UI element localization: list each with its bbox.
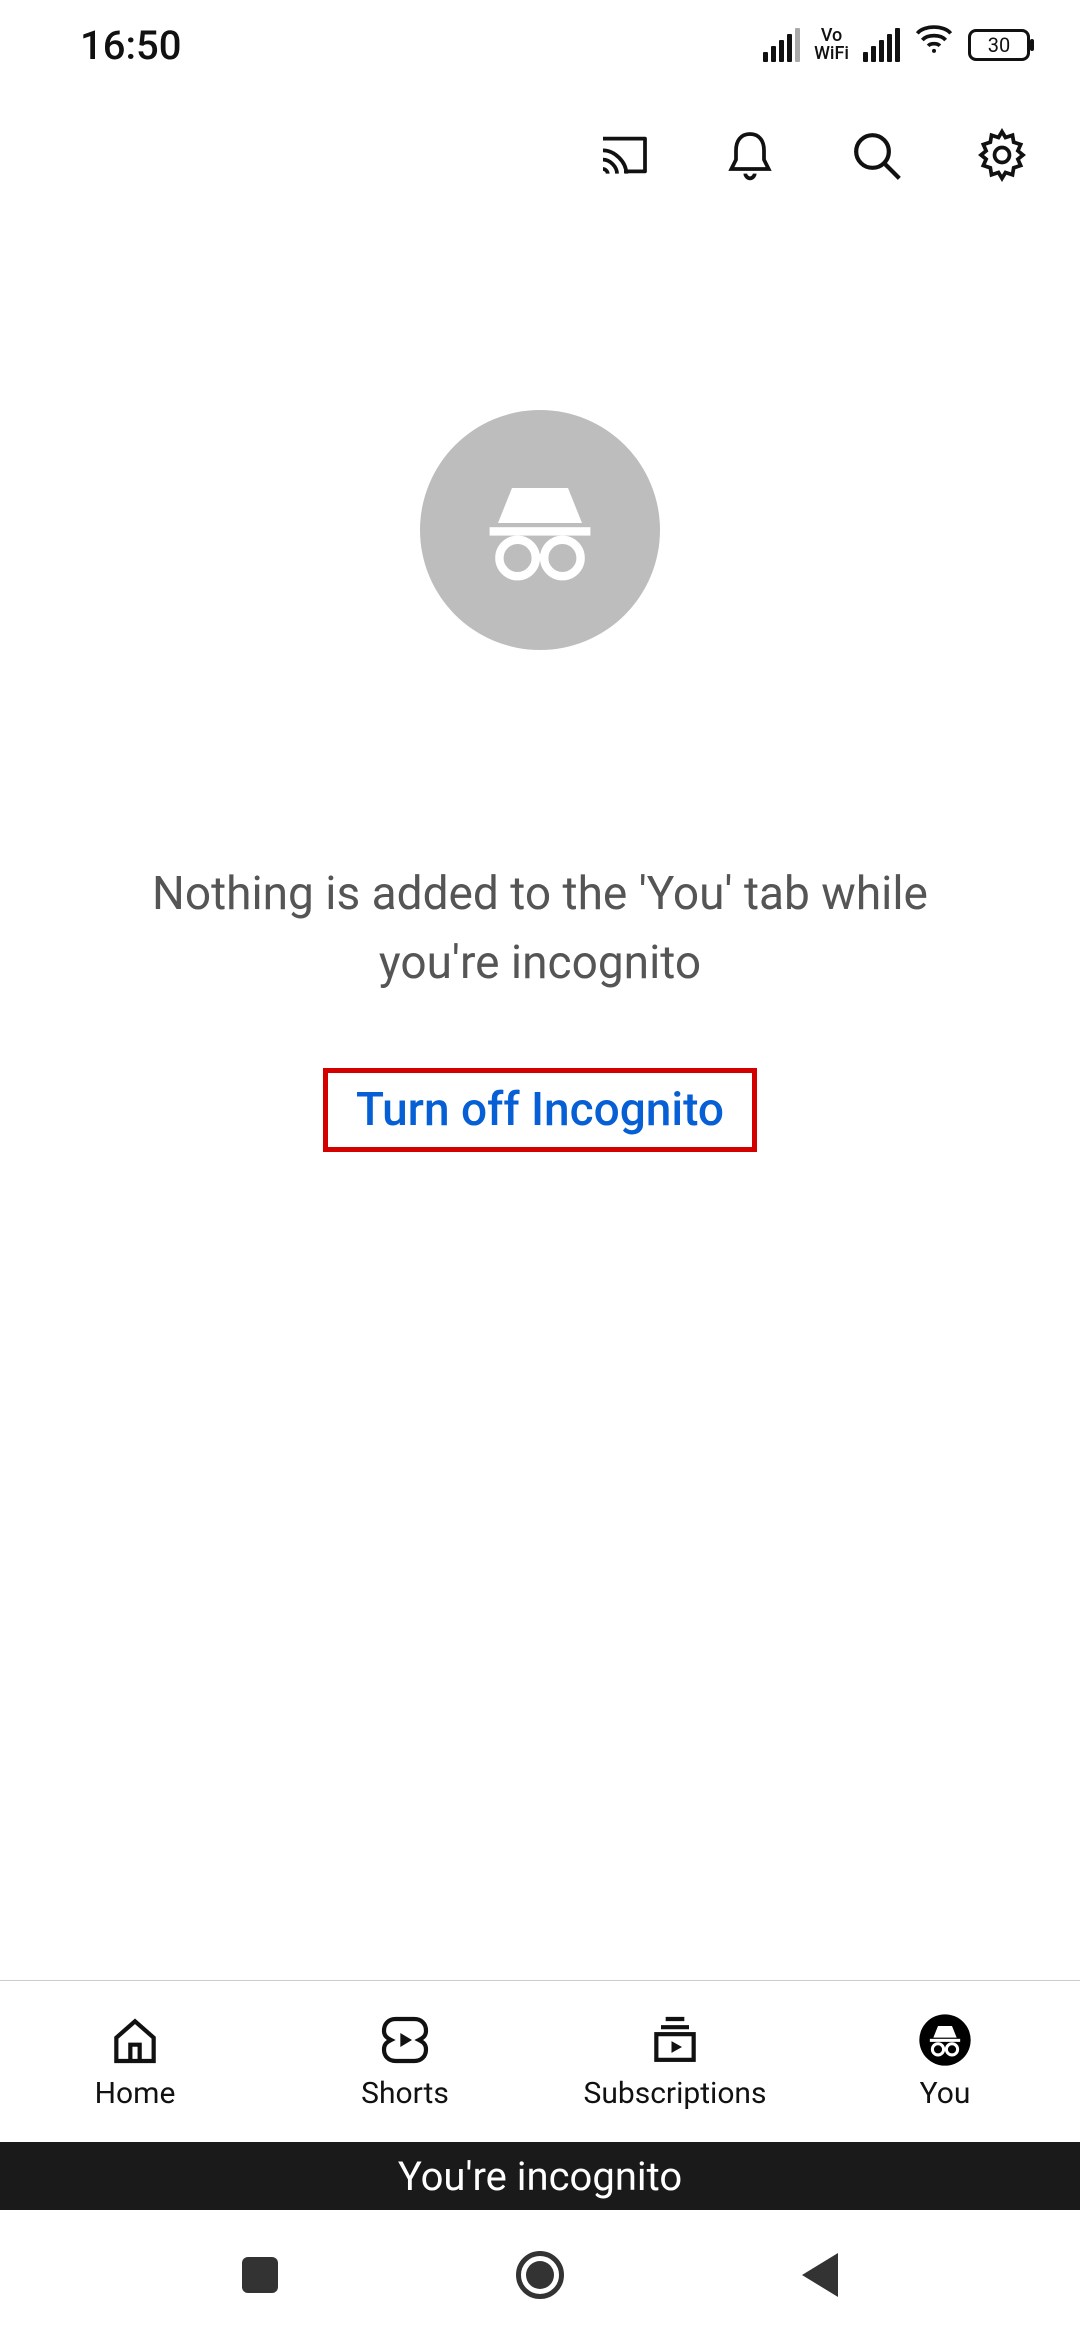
notifications-icon[interactable] <box>722 127 778 183</box>
vowifi-bottom: WiFi <box>814 45 849 63</box>
settings-gear-icon[interactable] <box>974 127 1030 183</box>
empty-state-text: Nothing is added to the 'You' tab while … <box>90 860 990 998</box>
status-right: Vo WiFi 30 <box>763 20 1030 70</box>
search-icon[interactable] <box>848 127 904 183</box>
subscriptions-icon <box>647 2012 703 2068</box>
shorts-icon <box>377 2012 433 2068</box>
tab-subscriptions-label: Subscriptions <box>584 2076 767 2111</box>
app-header <box>0 90 1080 220</box>
tab-home-label: Home <box>95 2076 176 2111</box>
battery-percent: 30 <box>988 33 1010 57</box>
status-bar: 16:50 Vo WiFi 30 <box>0 0 1080 90</box>
incognito-icon <box>917 2012 973 2068</box>
tab-shorts-label: Shorts <box>361 2076 449 2111</box>
incognito-avatar <box>420 410 660 650</box>
incognito-banner: You're incognito <box>0 2142 1080 2210</box>
turn-off-incognito-button[interactable]: Turn off Incognito <box>356 1083 724 1137</box>
bottom-nav: Home Shorts Subscriptions You <box>0 1980 1080 2142</box>
signal-bars-1-icon <box>763 28 800 62</box>
tab-you[interactable]: You <box>810 1981 1080 2142</box>
system-nav <box>0 2210 1080 2340</box>
tab-shorts[interactable]: Shorts <box>270 1981 540 2142</box>
cast-icon[interactable] <box>596 127 652 183</box>
home-button[interactable] <box>515 2250 565 2300</box>
signal-bars-2-icon <box>863 28 900 62</box>
home-icon <box>107 2012 163 2068</box>
tab-you-label: You <box>920 2076 971 2111</box>
tab-home[interactable]: Home <box>0 1981 270 2142</box>
recents-button[interactable] <box>235 2250 285 2300</box>
vowifi-indicator: Vo WiFi <box>814 27 849 63</box>
turn-off-incognito-highlight: Turn off Incognito <box>323 1068 757 1152</box>
main-content: Nothing is added to the 'You' tab while … <box>0 220 1080 1980</box>
tab-subscriptions[interactable]: Subscriptions <box>540 1981 810 2142</box>
status-time: 16:50 <box>80 22 181 69</box>
wifi-icon <box>914 20 954 70</box>
back-button[interactable] <box>795 2250 845 2300</box>
battery-indicator: 30 <box>968 29 1030 61</box>
